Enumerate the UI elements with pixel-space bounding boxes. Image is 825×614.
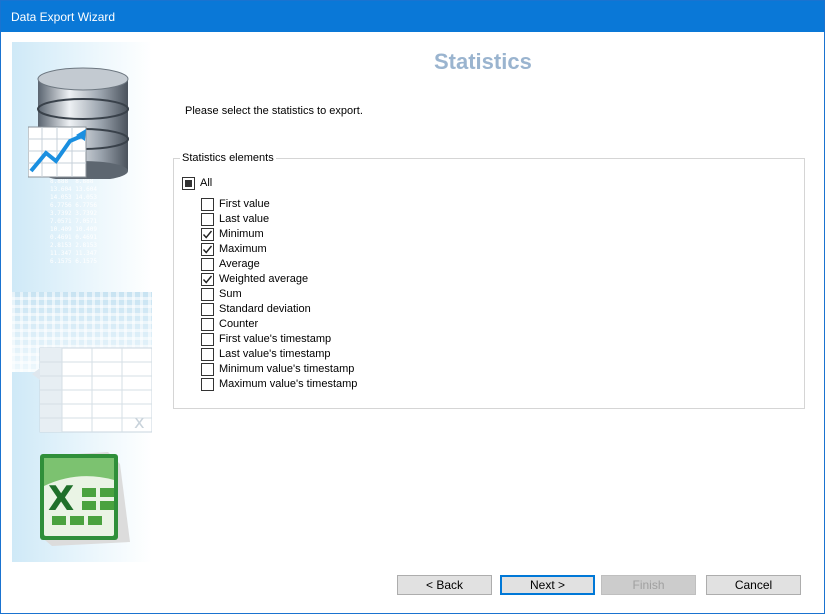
checkbox-checked[interactable] [201,242,214,256]
checkbox-all-label: All [200,177,213,189]
window-title: Data Export Wizard [11,10,116,24]
statistics-item[interactable]: Minimum [201,227,264,241]
statistics-item[interactable]: Average [201,257,260,271]
statistics-item[interactable]: Maximum value's timestamp [201,377,357,391]
statistics-item-label: Maximum [219,243,267,255]
statistics-item-label: Standard deviation [219,303,311,315]
statistics-item-label: Sum [219,288,242,300]
checkbox-unchecked[interactable] [201,197,214,211]
statistics-item[interactable]: Maximum [201,242,267,256]
checkbox-all-box[interactable] [182,176,195,190]
page-title: Statistics [434,49,532,74]
checkbox-unchecked[interactable] [201,377,214,391]
statistics-item-label: Counter [219,318,259,330]
checkbox-unchecked[interactable] [201,362,214,376]
title-bar[interactable]: Data Export Wizard [1,1,824,32]
checkbox-unchecked[interactable] [201,257,214,271]
finish-button: Finish [601,575,696,595]
cancel-button[interactable]: Cancel [706,575,801,595]
database-chart-icon [27,59,138,182]
checkbox-all[interactable]: All [182,176,212,190]
statistics-item[interactable]: Last value's timestamp [201,347,331,361]
banner-numbers: 8.888 8.888 13.604 13.604 14.053 14.053 … [50,178,97,265]
svg-text:x: x [134,412,145,433]
instruction-text: Please select the statistics to export. [185,105,363,117]
checkbox-unchecked[interactable] [201,332,214,346]
statistics-item[interactable]: First value [201,197,270,211]
excel-icon: X [38,450,133,551]
statistics-item-label: Average [219,258,260,270]
statistics-item-label: First value's timestamp [219,333,332,345]
statistics-item-label: Minimum [219,228,264,240]
statistics-item-label: Last value's timestamp [219,348,331,360]
statistics-item[interactable]: First value's timestamp [201,332,331,346]
checkbox-unchecked[interactable] [201,302,214,316]
statistics-item-label: First value [219,198,270,210]
statistics-item[interactable]: Minimum value's timestamp [201,362,354,376]
statistics-item-label: Maximum value's timestamp [219,378,358,390]
checkbox-unchecked[interactable] [201,347,214,361]
statistics-item[interactable]: Sum [201,287,242,301]
wizard-window: Data Export Wizard 8.888 8.888 13.604 13… [0,0,825,614]
checkbox-unchecked[interactable] [201,317,214,331]
statistics-item[interactable]: Standard deviation [201,302,311,316]
back-button[interactable]: < Back [397,575,492,595]
checkbox-unchecked[interactable] [201,287,214,301]
checkbox-checked[interactable] [201,272,214,286]
statistics-item[interactable]: Last value [201,212,269,226]
spreadsheet-icon: x [32,338,152,441]
checkbox-checked[interactable] [201,227,214,241]
statistics-item-label: Last value [219,213,270,225]
next-button[interactable]: Next > [500,575,595,595]
svg-text:X: X [48,479,74,519]
statistics-item-label: Minimum value's timestamp [219,363,355,375]
checkbox-unchecked[interactable] [201,212,214,226]
statistics-item[interactable]: Counter [201,317,258,331]
wizard-banner: 8.888 8.888 13.604 13.604 14.053 14.053 … [12,42,152,562]
statistics-item-label: Weighted average [219,273,309,285]
groupbox-label: Statistics elements [180,152,276,164]
statistics-item[interactable]: Weighted average [201,272,308,286]
